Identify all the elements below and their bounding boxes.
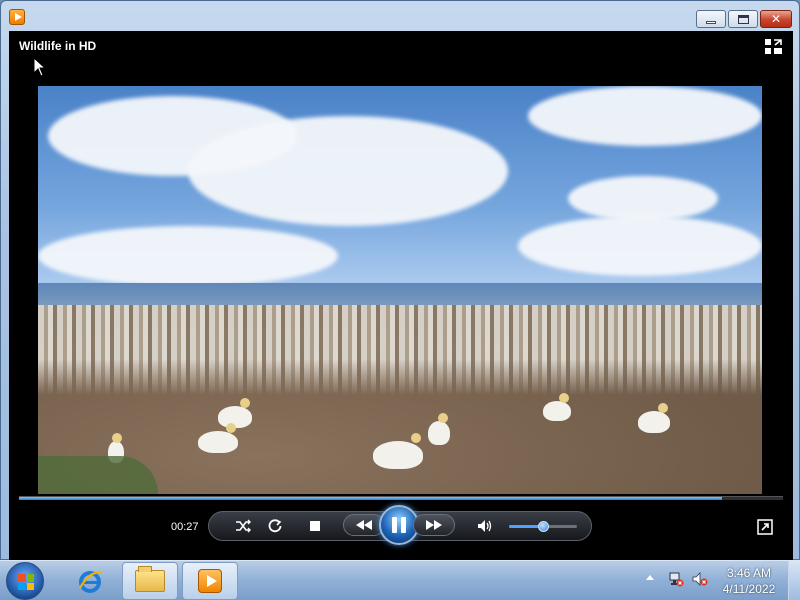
cloud	[568, 176, 718, 221]
next-button[interactable]	[413, 514, 455, 536]
gannet	[198, 423, 238, 453]
file-explorer-icon	[135, 566, 165, 592]
seek-bar[interactable]	[19, 496, 783, 500]
volume-slider[interactable]	[509, 521, 577, 532]
taskbar-windows-media-player[interactable]	[182, 562, 238, 600]
shuffle-icon	[236, 519, 251, 533]
shuffle-button[interactable]	[233, 517, 253, 535]
cloud	[518, 216, 762, 276]
title-bar[interactable]: ✕	[1, 1, 800, 31]
media-player-window: ✕ Wildlife in HD 00:27	[0, 0, 800, 561]
minimize-button[interactable]	[696, 10, 726, 28]
gannet	[428, 413, 450, 445]
minimize-icon	[706, 20, 716, 24]
stop-icon	[310, 521, 320, 531]
maximize-button[interactable]	[728, 10, 758, 28]
gannet	[638, 403, 670, 433]
start-button[interactable]	[6, 562, 44, 600]
rewind-icon	[356, 520, 372, 530]
taskbar-file-explorer[interactable]	[122, 562, 178, 600]
fast-forward-icon	[426, 520, 442, 530]
taskbar-internet-explorer[interactable]	[62, 562, 118, 600]
clock-time: 3:46 AM	[726, 566, 772, 580]
show-hidden-icons-icon[interactable]	[646, 575, 654, 580]
network-icon[interactable]	[668, 571, 684, 587]
close-button[interactable]: ✕	[760, 10, 792, 28]
windows-start-icon	[18, 574, 34, 590]
repeat-icon	[268, 519, 282, 533]
speaker-icon	[478, 520, 492, 532]
video-frame[interactable]	[38, 86, 762, 494]
cloud	[38, 226, 338, 286]
volume-thumb[interactable]	[538, 521, 549, 532]
sea	[38, 283, 762, 305]
show-desktop-button[interactable]	[788, 561, 800, 600]
volume-muted-icon[interactable]	[692, 571, 708, 587]
grass	[38, 456, 158, 494]
mute-button[interactable]	[475, 517, 495, 535]
bird-colony	[38, 305, 762, 395]
gannet	[373, 433, 423, 469]
system-clock[interactable]: 3:46 AM 4/11/2022	[714, 565, 784, 597]
window-controls: ✕	[696, 10, 792, 28]
elapsed-time: 00:27	[171, 521, 199, 533]
switch-to-library-icon[interactable]	[765, 39, 783, 55]
gannet	[543, 393, 571, 421]
fullscreen-icon[interactable]	[757, 519, 773, 535]
pause-icon	[390, 517, 408, 533]
repeat-button[interactable]	[265, 517, 285, 535]
seek-bar-progress	[19, 497, 722, 500]
mouse-cursor-icon	[33, 57, 47, 77]
internet-explorer-icon	[79, 571, 103, 593]
clock-date: 4/11/2022	[722, 582, 776, 596]
video-title: Wildlife in HD	[19, 39, 97, 53]
now-playing-area: Wildlife in HD 00:27	[9, 31, 793, 561]
cloud	[528, 86, 762, 146]
stop-button[interactable]	[305, 517, 325, 535]
windows-media-player-icon	[198, 569, 222, 593]
media-player-icon[interactable]	[9, 9, 25, 25]
close-icon: ✕	[770, 12, 782, 26]
cloud	[188, 116, 508, 226]
maximize-icon	[737, 14, 749, 24]
